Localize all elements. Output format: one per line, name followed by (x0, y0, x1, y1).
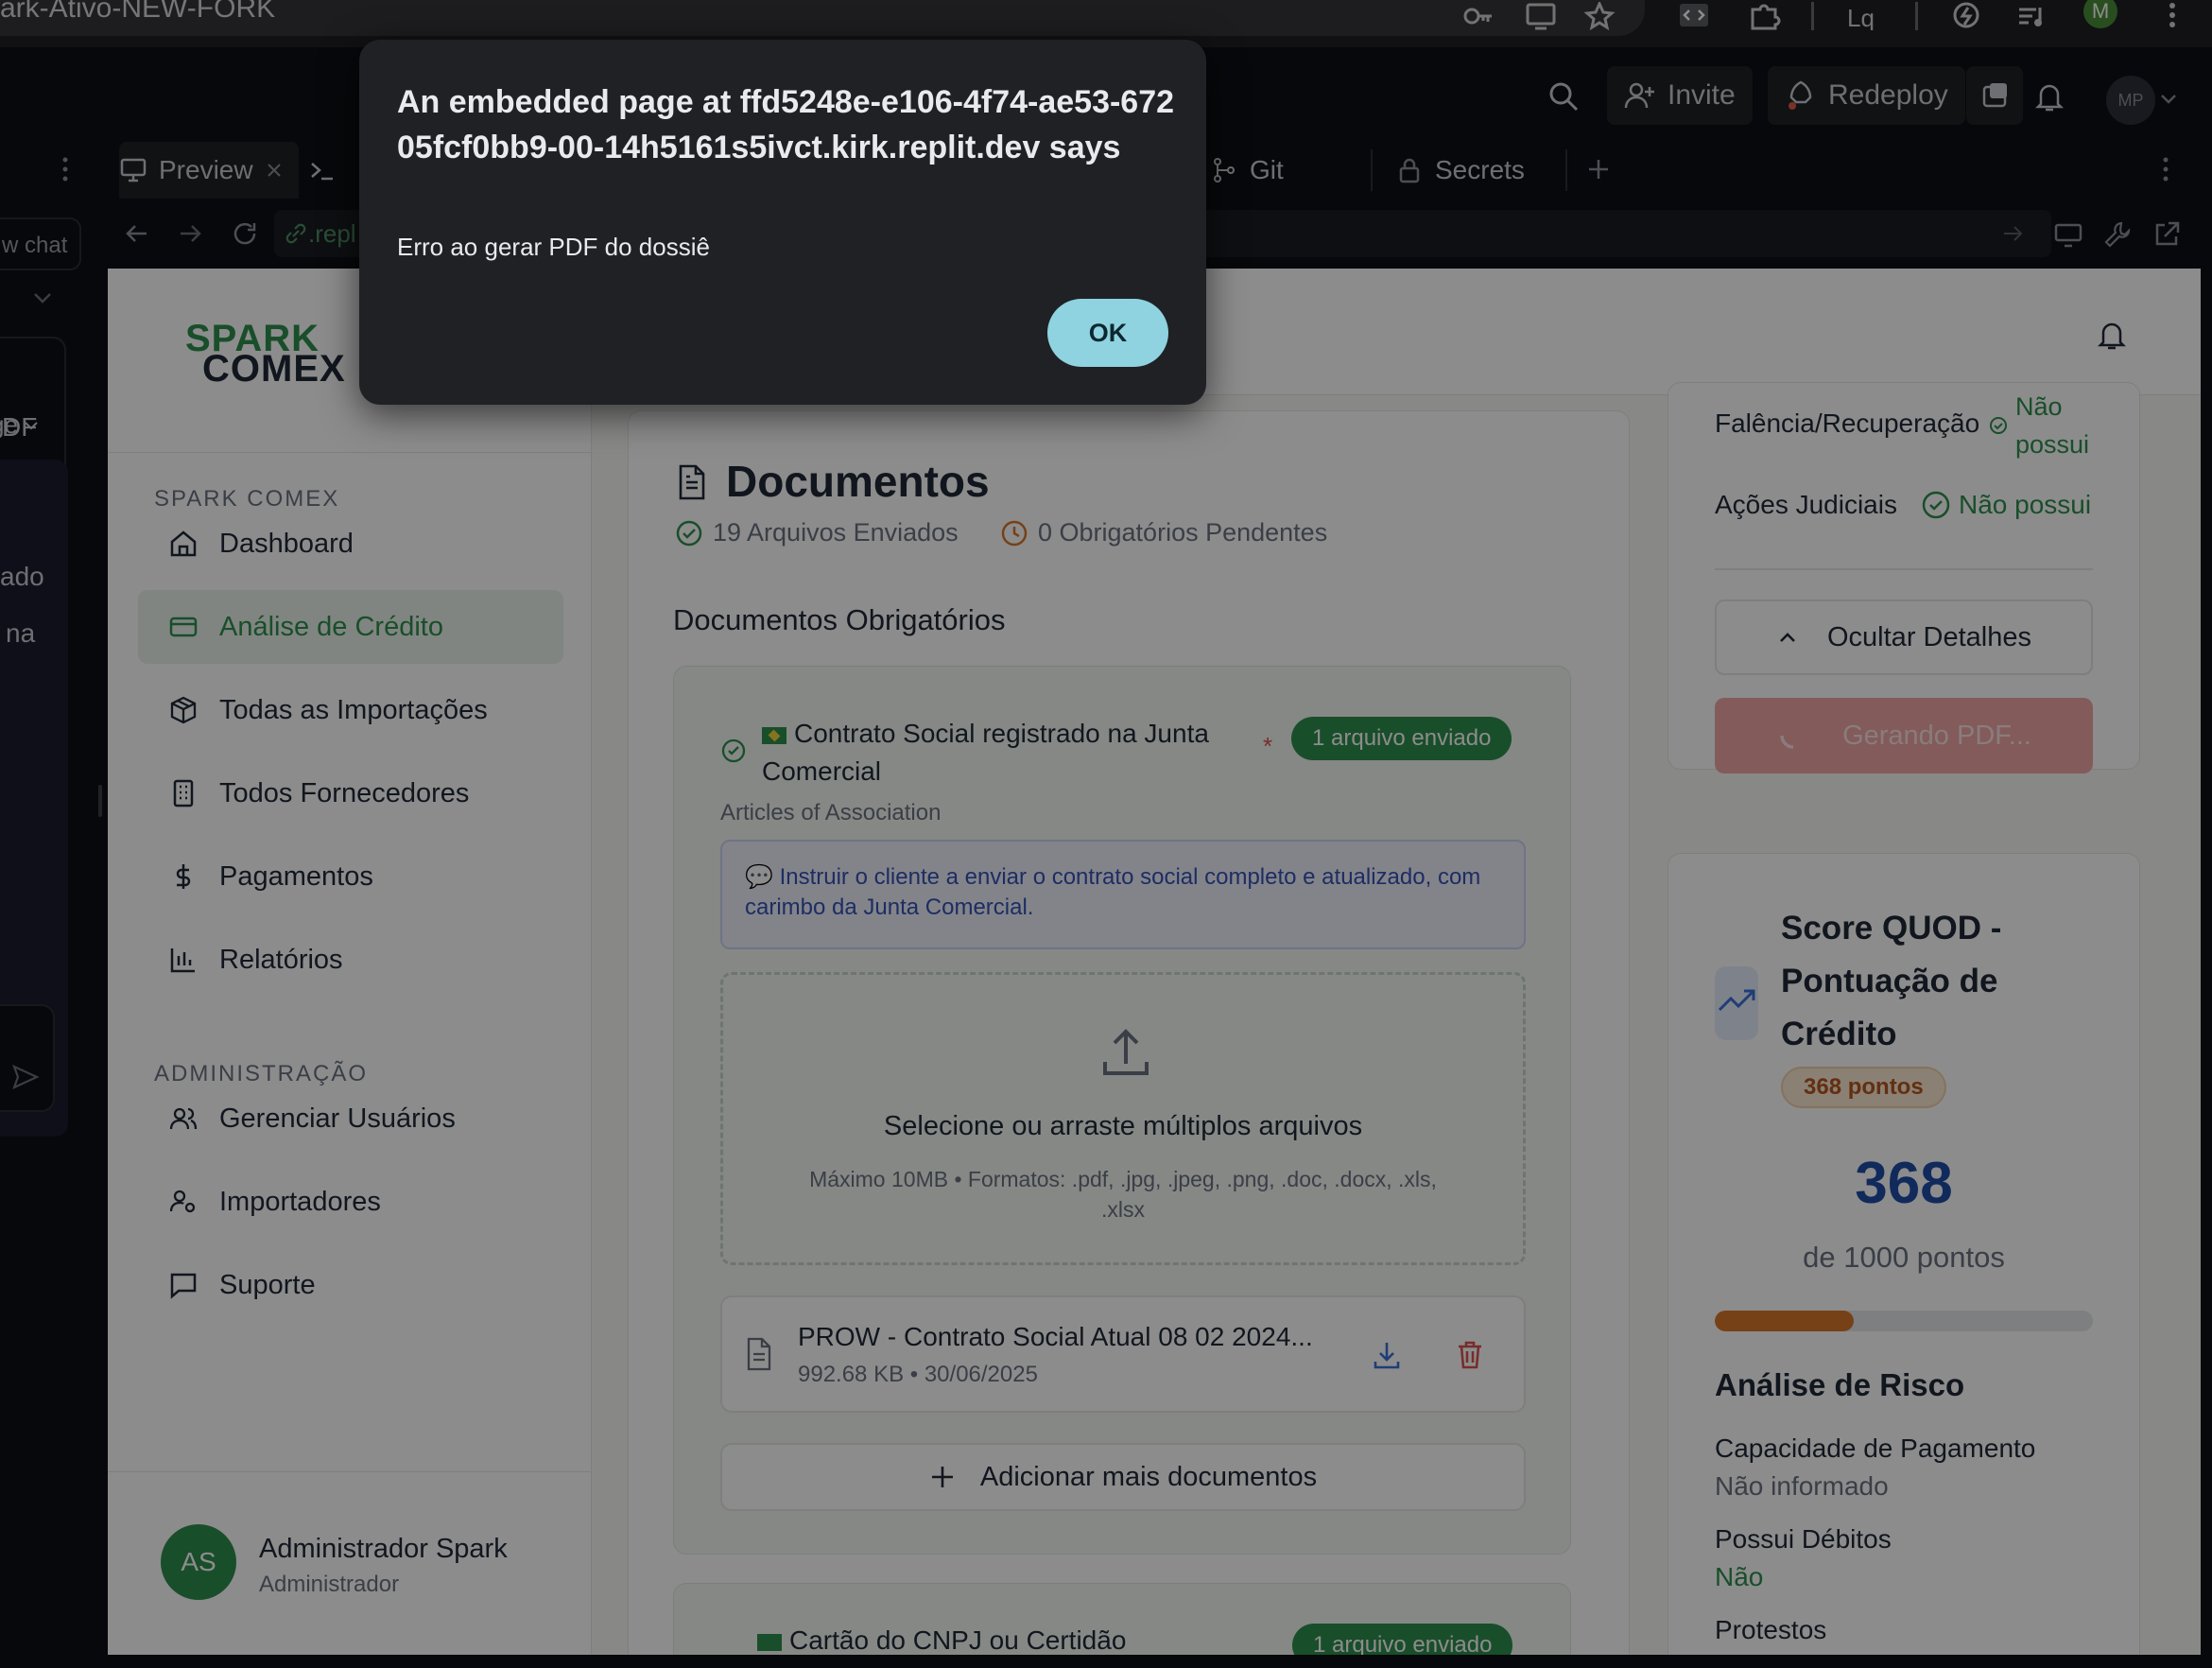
dialog-message: Erro ao gerar PDF do dossiê (397, 233, 710, 261)
alert-dialog: An embedded page at ffd5248e-e106-4f74-a… (359, 40, 1206, 405)
dialog-title: An embedded page at ffd5248e-e106-4f74-a… (397, 84, 1175, 165)
ok-button[interactable]: OK (1047, 299, 1168, 367)
